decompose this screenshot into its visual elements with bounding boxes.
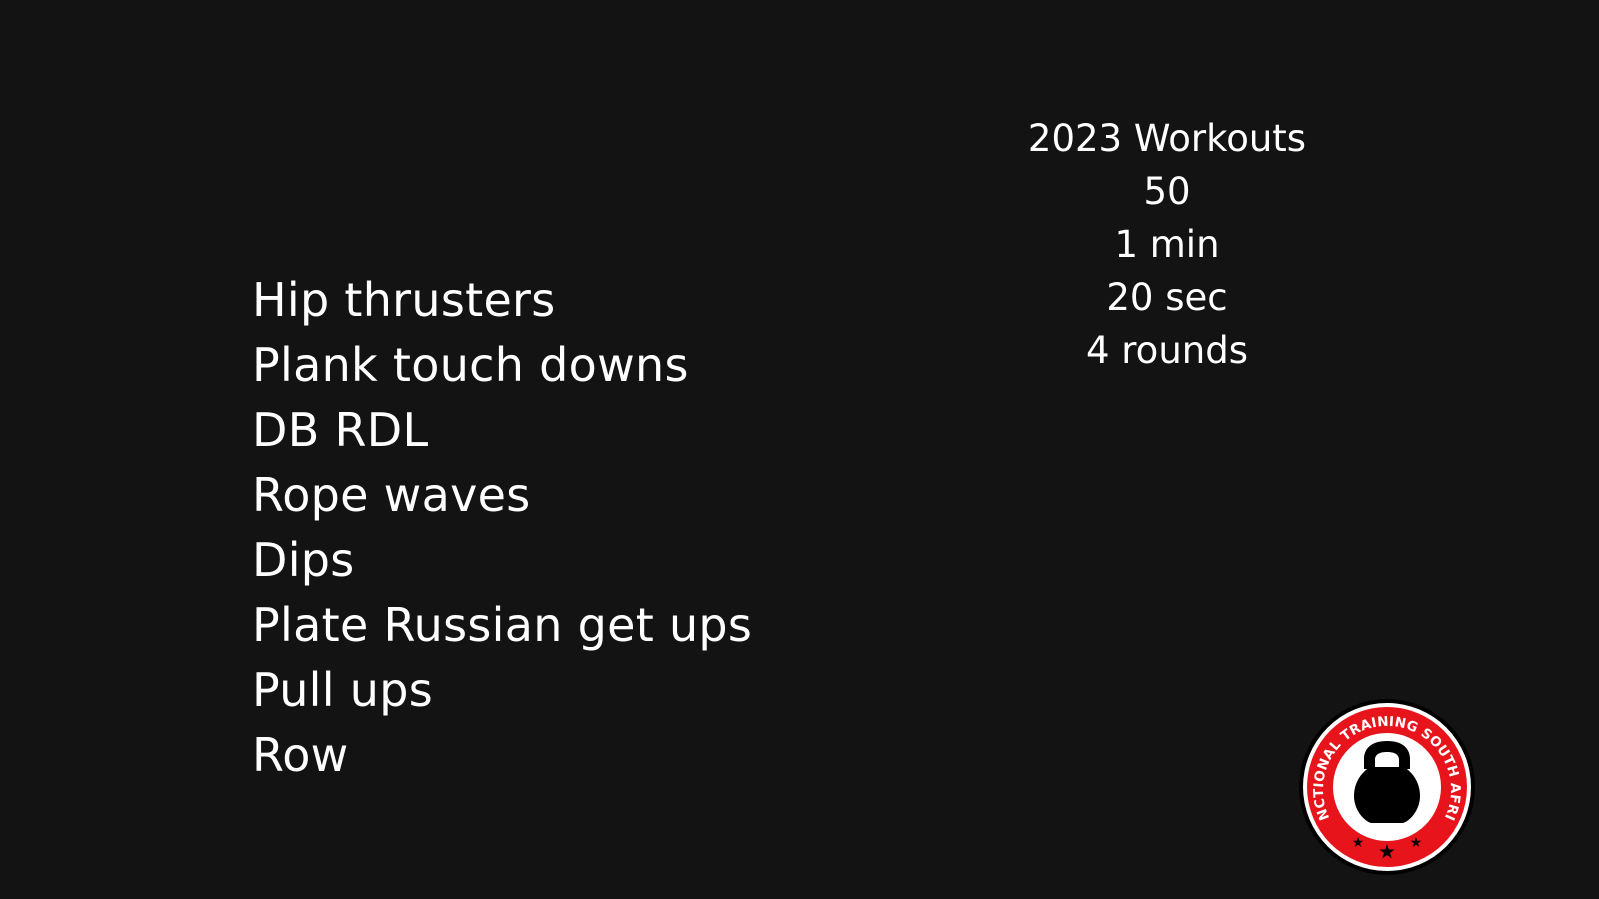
info-work-time: 1 min	[1114, 223, 1220, 266]
exercise-item: Pull ups	[252, 663, 433, 717]
exercise-item: Plate Russian get ups	[252, 598, 753, 652]
info-rest-time: 20 sec	[1106, 276, 1228, 319]
exercise-item: Plank touch downs	[252, 338, 689, 392]
exercise-item: Dips	[252, 533, 355, 587]
functional-training-logo: FUNCTIONAL TRAINING SOUTH AFRICA	[1291, 685, 1477, 877]
workout-slide: Hip thrusters Plank touch downs DB RDL R…	[0, 0, 1599, 899]
exercise-item: Rope waves	[252, 468, 531, 522]
exercise-item: Row	[252, 728, 349, 782]
info-number: 50	[1143, 170, 1191, 213]
exercise-item: DB RDL	[252, 403, 429, 457]
workout-info: 2023 Workouts 50 1 min 20 sec 4 rounds	[967, 112, 1367, 377]
logo-badge: FUNCTIONAL TRAINING SOUTH AFRICA	[1291, 685, 1475, 875]
info-title: 2023 Workouts	[1027, 117, 1307, 160]
exercise-item: Hip thrusters	[252, 273, 556, 327]
info-rounds: 4 rounds	[1085, 329, 1248, 372]
exercise-list: Hip thrusters Plank touch downs DB RDL R…	[252, 268, 752, 788]
